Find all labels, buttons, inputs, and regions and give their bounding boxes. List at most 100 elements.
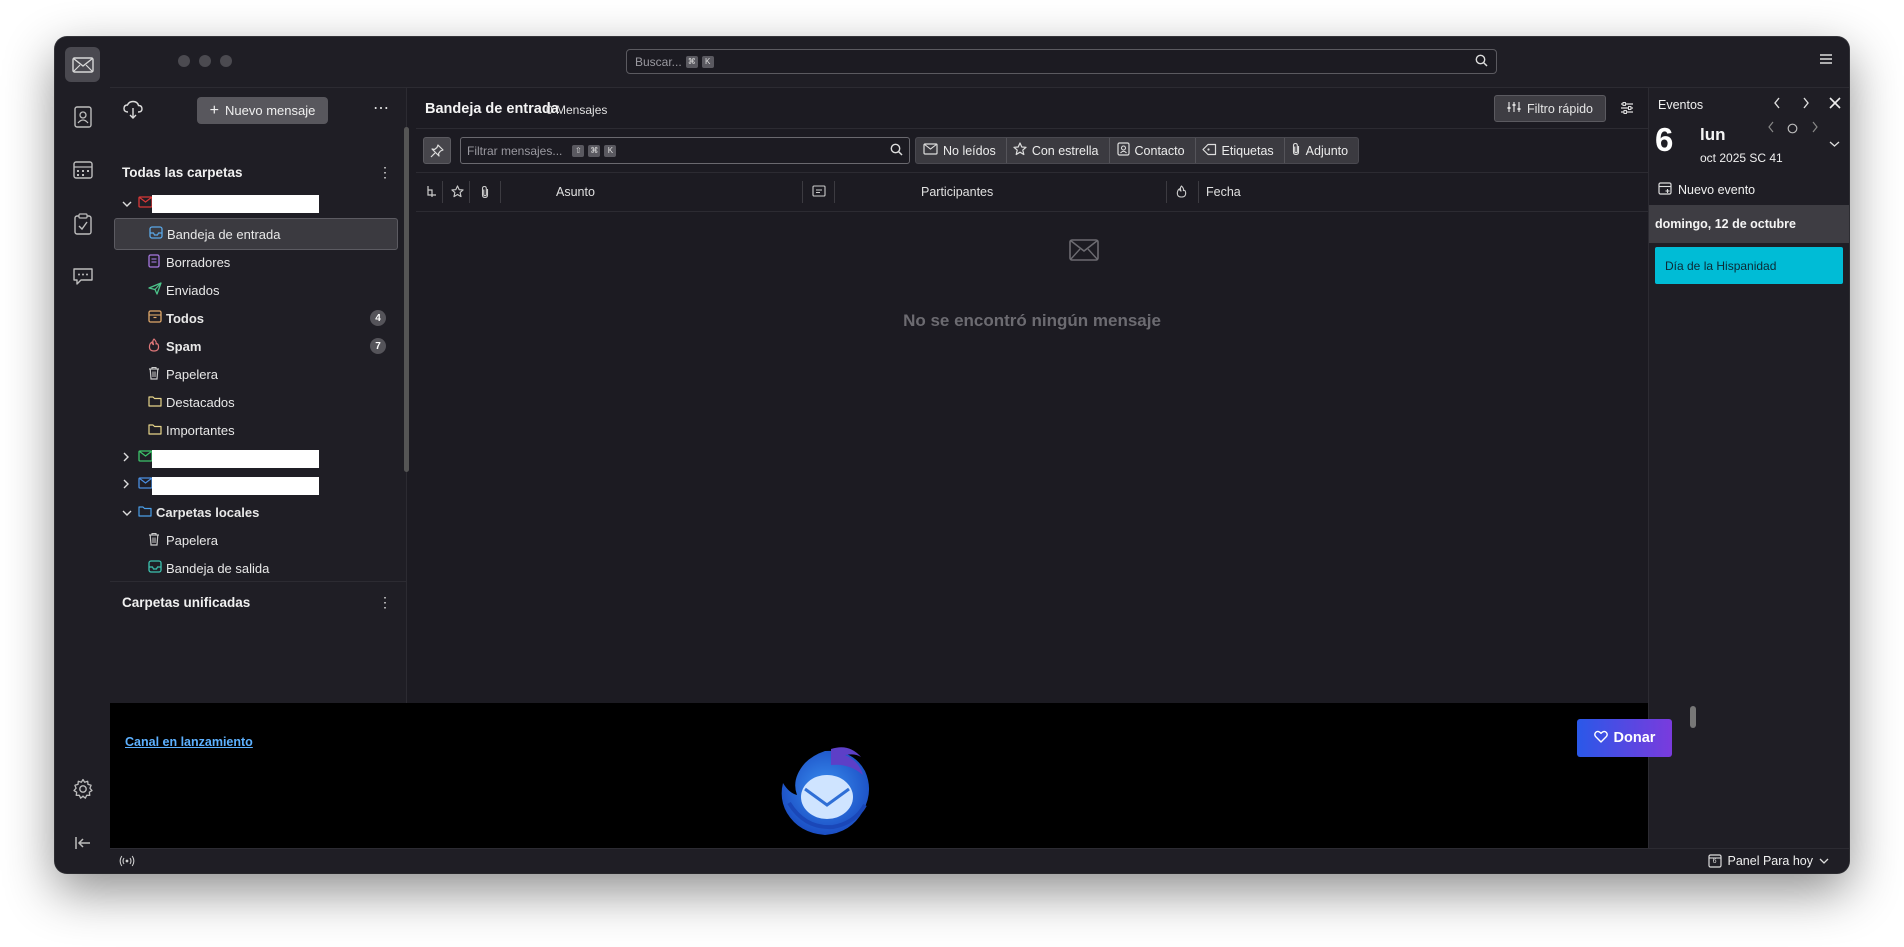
spam-column-icon[interactable] (1176, 185, 1187, 201)
subject-column-header[interactable]: Asunto (556, 185, 595, 199)
all-folders-menu-icon[interactable]: ⋮ (378, 164, 392, 181)
search-icon[interactable] (1475, 54, 1488, 70)
chevron-right-icon[interactable] (1802, 97, 1810, 112)
filter-tags-button[interactable]: Etiquetas (1196, 138, 1285, 163)
global-search-input[interactable]: Buscar... ⌘ K (626, 49, 1497, 74)
calendar-day-icon: 6 (1707, 853, 1722, 868)
release-channel-link[interactable]: Canal en lanzamiento (125, 735, 253, 749)
thunderbird-logo-icon (775, 743, 875, 842)
folder-label: Importantes (166, 422, 235, 438)
kbd-cmd: ⌘ (685, 55, 698, 68)
folder-label: Bandeja de entrada (167, 226, 281, 242)
chevron-down-icon[interactable] (122, 196, 132, 211)
filter-label: Con estrella (1031, 143, 1099, 158)
account-mail-icon (138, 449, 153, 465)
banner-scrollbar[interactable] (1690, 706, 1696, 728)
trash-icon (148, 366, 166, 383)
folder-icon (148, 395, 166, 410)
next-day-chevron-icon[interactable] (1811, 121, 1819, 136)
chevron-left-icon[interactable] (1773, 97, 1781, 112)
donate-button[interactable]: Donar (1577, 719, 1672, 757)
folder-pane-menu-icon[interactable]: ⋯ (373, 98, 390, 118)
display-options-icon[interactable] (1620, 101, 1634, 118)
title-bar: Buscar... ⌘ K (110, 37, 1849, 88)
address-book-icon[interactable] (65, 99, 100, 134)
folder-pane-scrollbar[interactable] (404, 127, 409, 472)
spam-flame-icon (148, 337, 166, 355)
new-event-button[interactable]: Nuevo evento (1658, 181, 1755, 198)
status-bar: 6 Panel Para hoy (110, 848, 1849, 873)
unread-count-badge: 4 (370, 310, 386, 326)
mail-space-icon[interactable] (65, 47, 100, 82)
window-controls[interactable] (178, 55, 232, 67)
local-folder-outbox[interactable]: Bandeja de salida (114, 552, 398, 584)
collapse-sidebar-icon[interactable] (65, 825, 100, 860)
folder-label: Destacados (166, 394, 235, 410)
message-list-columns: Asunto Participantes Fecha (416, 173, 1696, 212)
minimize-window-button[interactable] (199, 55, 211, 67)
star-column-icon[interactable] (451, 185, 464, 201)
folder-label: Borradores (166, 254, 231, 270)
participants-column-header[interactable]: Participantes (921, 185, 993, 199)
close-icon[interactable] (1829, 97, 1841, 112)
read-status-column-icon[interactable] (812, 185, 826, 200)
spaces-toolbar (55, 37, 111, 873)
account-name-redacted (152, 450, 319, 468)
account-hub-banner: Canal en lanzamiento Donar (110, 703, 1696, 863)
quick-filter-buttons: No leídos Con estrella Contacto Etiqueta… (915, 137, 1360, 164)
filter-label: No leídos (943, 143, 996, 158)
quick-filter-label: Filtro rápido (1527, 101, 1593, 116)
chevron-down-icon[interactable] (122, 505, 132, 520)
message-pane: Bandeja de entrada 0 Mensajes Filtro ráp… (416, 88, 1696, 703)
filter-attachment-button[interactable]: Adjunto (1285, 138, 1358, 163)
thread-column-icon[interactable] (426, 185, 438, 202)
chevron-right-icon[interactable] (122, 477, 130, 492)
today-pane-toggle[interactable]: 6 Panel Para hoy (1707, 853, 1829, 868)
paperclip-icon (1291, 142, 1301, 159)
date-column-header[interactable]: Fecha (1206, 185, 1241, 199)
quick-filter-bar: Filtrar mensajes... ⇧ ⌘ K No leídos Con … (416, 128, 1648, 173)
agenda-day-header: domingo, 12 de octubre (1649, 205, 1849, 243)
close-window-button[interactable] (178, 55, 190, 67)
folder-label: Papelera (166, 366, 219, 382)
search-placeholder: Buscar... (635, 54, 682, 69)
unified-folders-menu-icon[interactable]: ⋮ (378, 594, 392, 611)
folder-label: Papelera (166, 532, 219, 548)
chevron-down-icon (1819, 854, 1829, 868)
pin-filter-icon[interactable] (423, 137, 451, 164)
kbd-cmd: ⌘ (588, 144, 601, 157)
chat-icon[interactable] (65, 259, 100, 294)
zoom-window-button[interactable] (220, 55, 232, 67)
account-name-redacted (152, 477, 319, 495)
calendar-icon[interactable] (65, 152, 100, 187)
chevron-right-icon[interactable] (122, 450, 130, 465)
app-menu-icon[interactable] (1819, 53, 1833, 68)
agenda-event[interactable]: Día de la Hispanidad (1655, 247, 1843, 284)
unified-folders-title: Carpetas unificadas (122, 595, 251, 610)
attachment-column-icon[interactable] (480, 185, 490, 202)
filter-messages-input[interactable]: Filtrar mensajes... ⇧ ⌘ K (460, 137, 910, 164)
filter-label: Etiquetas (1221, 143, 1274, 158)
kbd-k: K (604, 144, 617, 157)
trash-icon (148, 532, 166, 549)
folder-pane: + Nuevo mensaje ⋯ Todas las carpetas ⋮ B… (110, 88, 407, 703)
donate-label: Donar (1613, 730, 1656, 746)
filter-unread-button[interactable]: No leídos (916, 138, 1007, 163)
folder-label: Spam (166, 338, 202, 354)
plus-icon: + (209, 101, 219, 119)
online-status-icon[interactable] (119, 854, 135, 871)
tasks-icon[interactable] (65, 206, 100, 241)
prev-day-chevron-icon[interactable] (1767, 121, 1775, 136)
folder-title: Bandeja de entrada (425, 101, 559, 117)
contact-icon (1116, 142, 1130, 159)
today-circle-icon[interactable] (1787, 122, 1798, 137)
expand-chevron-down-icon[interactable] (1829, 136, 1840, 151)
events-title: Eventos (1658, 98, 1704, 112)
filter-contact-button[interactable]: Contacto (1110, 138, 1196, 163)
settings-gear-icon[interactable] (65, 771, 100, 806)
quick-filter-button[interactable]: Filtro rápido (1494, 95, 1606, 122)
new-message-button[interactable]: + Nuevo mensaje (197, 97, 328, 124)
account-mail-icon (138, 476, 153, 492)
get-messages-icon[interactable] (123, 100, 143, 123)
filter-starred-button[interactable]: Con estrella (1007, 138, 1110, 163)
